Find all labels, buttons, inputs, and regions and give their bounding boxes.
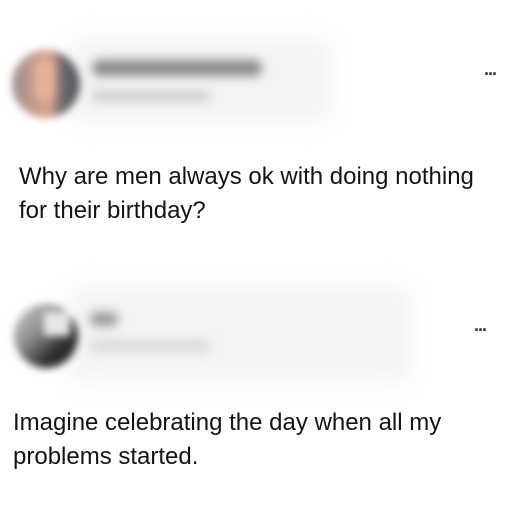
post-text: Why are men always ok with doing nothing… [19, 163, 474, 224]
display-name-redacted[interactable] [90, 312, 118, 326]
post-header-background [70, 288, 410, 380]
post-card[interactable]: ... Why are men always ok with doing not… [0, 0, 526, 260]
handle-redacted[interactable] [90, 340, 210, 352]
avatar[interactable] [12, 50, 80, 118]
more-options-icon[interactable]: ... [484, 60, 497, 78]
display-name-redacted[interactable] [92, 60, 262, 76]
reply-card[interactable]: ... Imagine celebrating the day when all… [0, 260, 526, 510]
post-text: Imagine celebrating the day when all my … [13, 409, 442, 470]
avatar[interactable] [14, 304, 78, 368]
more-options-icon[interactable]: ... [474, 316, 487, 334]
handle-redacted[interactable] [92, 90, 210, 102]
post-header-background [70, 40, 330, 120]
